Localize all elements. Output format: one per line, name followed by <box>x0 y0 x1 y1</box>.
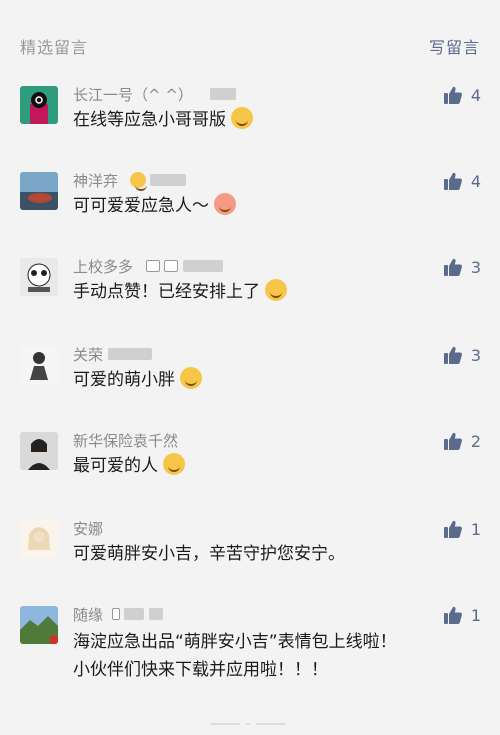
like-count: 1 <box>470 605 481 625</box>
avatar[interactable] <box>20 172 58 210</box>
comment-text-body: 可可爱爱应急人～ <box>73 196 209 216</box>
thumbs-up-icon <box>443 345 463 365</box>
nickname-redacted <box>130 172 187 191</box>
comment-text-body: 可爱的萌小胖 <box>73 370 175 390</box>
like-button[interactable]: 4 <box>443 85 481 105</box>
nickname[interactable]: 安娜 <box>73 518 103 539</box>
thumbs-up-icon <box>443 519 463 539</box>
comment-text-line: 小伙伴们快来下载并应用啦！！！ <box>73 660 328 680</box>
like-button[interactable]: 2 <box>443 431 481 451</box>
like-button[interactable]: 3 <box>443 345 481 365</box>
thumbs-up-icon <box>443 431 463 451</box>
emoji-icon <box>214 193 237 215</box>
like-count: 2 <box>470 431 481 451</box>
comments-header: 精选留言 写留言 <box>0 0 500 70</box>
emoji-icon <box>231 107 254 129</box>
write-comment-link[interactable]: 写留言 <box>429 34 480 58</box>
nickname[interactable]: 上校多多 <box>73 256 133 277</box>
nickname[interactable]: 关荣 <box>73 344 103 365</box>
thumbs-up-icon <box>443 605 463 625</box>
avatar[interactable] <box>20 346 58 384</box>
thumbs-up-icon <box>443 257 463 277</box>
nickname-redacted <box>146 258 223 274</box>
nickname[interactable]: 随缘 <box>73 604 103 625</box>
avatar[interactable] <box>20 606 58 644</box>
comment-text-body: 在线等应急小哥哥版 <box>73 110 226 130</box>
avatar[interactable] <box>20 258 58 296</box>
avatar[interactable] <box>20 520 58 558</box>
like-count: 1 <box>470 519 481 539</box>
nickname[interactable]: 长江一号（^ ^） <box>73 84 193 105</box>
avatar[interactable] <box>20 86 58 124</box>
comment-text: 在线等应急小哥哥版 <box>73 106 254 134</box>
comment-text: 最可爱的人 <box>73 452 186 480</box>
like-count: 3 <box>470 345 481 365</box>
comment-text-body: 手动点赞！已经安排上了 <box>73 282 260 302</box>
like-button[interactable]: 4 <box>443 171 481 191</box>
like-count: 4 <box>470 171 481 191</box>
thumbs-up-icon <box>443 171 463 191</box>
emoji-icon <box>180 367 203 389</box>
like-button[interactable]: 1 <box>443 605 481 625</box>
emoji-icon <box>163 453 186 475</box>
comment-text: 可可爱爱应急人～ <box>73 192 237 220</box>
thumbs-up-icon <box>443 85 463 105</box>
end-of-list-indicator <box>210 722 290 726</box>
nickname-redacted <box>108 346 152 362</box>
emoji-icon <box>265 279 288 301</box>
avatar[interactable] <box>20 432 58 470</box>
nickname-redacted <box>210 86 236 102</box>
comment-text-body: 可爱萌胖安小吉，辛苦守护您安宁。 <box>73 544 345 564</box>
comment-text-body: 最可爱的人 <box>73 456 158 476</box>
comment-text: 可爱萌胖安小吉，辛苦守护您安宁。 <box>73 540 345 568</box>
section-title: 精选留言 <box>20 38 89 57</box>
like-button[interactable]: 3 <box>443 257 481 277</box>
comment-text: 可爱的萌小胖 <box>73 366 203 394</box>
like-count: 4 <box>470 85 481 105</box>
comment-text: 手动点赞！已经安排上了 <box>73 278 288 306</box>
comment-text: 海淀应急出品“萌胖安小吉”表情包上线啦！ 小伙伴们快来下载并应用啦！！！ <box>73 628 397 684</box>
nickname-redacted <box>112 606 163 622</box>
nickname[interactable]: 新华保险袁千然 <box>73 430 178 451</box>
comment-text-line: 海淀应急出品“萌胖安小吉”表情包上线啦！ <box>73 632 397 652</box>
nickname[interactable]: 神洋弃 <box>73 170 118 191</box>
like-count: 3 <box>470 257 481 277</box>
like-button[interactable]: 1 <box>443 519 481 539</box>
